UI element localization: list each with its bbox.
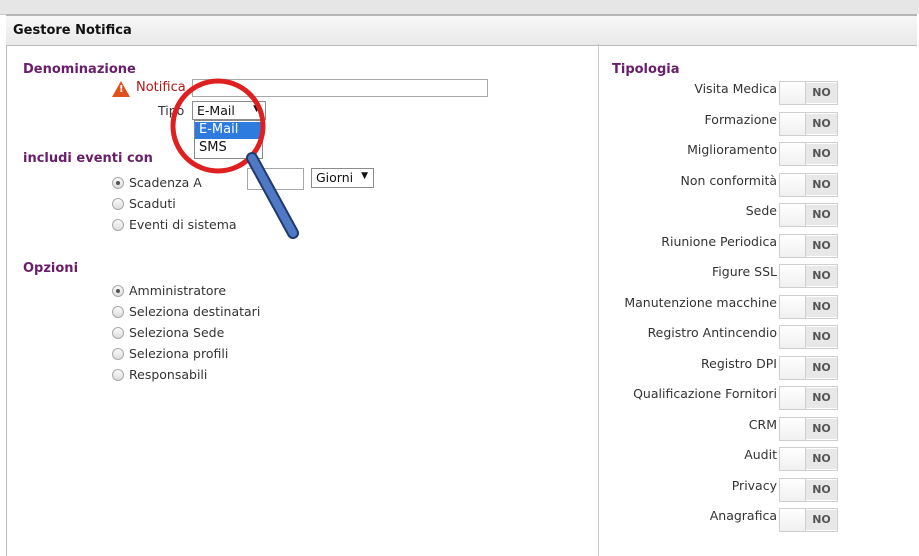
dropdown-arrow-icon: ▼ — [361, 171, 368, 181]
opzioni-title: Opzioni — [23, 261, 79, 276]
toggle-no-label: NO — [806, 510, 837, 530]
toggle-knob — [780, 235, 806, 257]
tipologia-label: Manutenzione macchine — [624, 295, 777, 310]
toggle-knob — [780, 387, 806, 409]
toggle-knob — [780, 357, 806, 379]
radio-responsabili-label: Responsabili — [129, 367, 208, 382]
radio-eventi-sistema[interactable] — [112, 219, 124, 231]
toggle-no-label: NO — [806, 144, 837, 164]
tipo-option-email[interactable]: E-Mail — [195, 122, 262, 139]
denominazione-title: Denominazione — [23, 62, 136, 77]
tipologia-toggle[interactable]: NO — [779, 295, 838, 319]
tipologia-toggle[interactable]: NO — [779, 81, 838, 105]
tipologia-toggle[interactable]: NO — [779, 234, 838, 258]
radio-scaduti[interactable] — [112, 198, 124, 210]
toggle-knob — [780, 113, 806, 135]
toggle-no-label: NO — [806, 266, 837, 286]
dropdown-arrow-icon: ▼ — [253, 104, 260, 114]
tipologia-label: Visita Medica — [694, 81, 777, 96]
radio-responsabili[interactable] — [112, 369, 124, 381]
toggle-no-label: NO — [806, 327, 837, 347]
tipologia-label: Figure SSL — [712, 264, 777, 279]
top-strip — [0, 0, 919, 15]
toggle-knob — [780, 296, 806, 318]
toggle-no-label: NO — [806, 358, 837, 378]
tipo-option-sms[interactable]: SMS — [195, 140, 262, 157]
toggle-knob — [780, 326, 806, 348]
toggle-no-label: NO — [806, 449, 837, 469]
notifica-label: Notifica — [136, 80, 186, 95]
toggle-no-label: NO — [806, 114, 837, 134]
radio-seleziona-destinatari-label: Seleziona destinatari — [129, 304, 261, 319]
toggle-no-label: NO — [806, 83, 837, 103]
tipologia-label: CRM — [748, 417, 777, 432]
column-divider — [598, 44, 599, 556]
unit-select[interactable]: Giorni ▼ — [311, 168, 374, 188]
panel-header: Gestore Notifica — [6, 14, 917, 46]
toggle-knob — [780, 82, 806, 104]
panel-title: Gestore Notifica — [13, 23, 132, 38]
radio-eventi-sistema-label: Eventi di sistema — [129, 217, 237, 232]
toggle-no-label: NO — [806, 388, 837, 408]
tipologia-toggle[interactable]: NO — [779, 417, 838, 441]
toggle-no-label: NO — [806, 205, 837, 225]
tipo-dropdown-list: E-Mail SMS — [194, 120, 263, 159]
radio-scadenza-label: Scadenza A — [129, 175, 202, 190]
tipo-label: Tipo — [158, 103, 185, 118]
radio-seleziona-profili-label: Seleziona profili — [129, 346, 229, 361]
tipologia-toggle[interactable]: NO — [779, 264, 838, 288]
notifica-input[interactable] — [192, 79, 488, 97]
toggle-knob — [780, 509, 806, 531]
radio-amministratore-label: Amministratore — [129, 283, 227, 298]
tipologia-toggle[interactable]: NO — [779, 173, 838, 197]
toggle-no-label: NO — [806, 175, 837, 195]
tipologia-label: Audit — [744, 447, 777, 462]
radio-scadenza[interactable] — [112, 177, 124, 189]
tipologia-toggle[interactable]: NO — [779, 386, 838, 410]
tipologia-toggle[interactable]: NO — [779, 356, 838, 380]
tipologia-label: Registro DPI — [701, 356, 777, 371]
radio-seleziona-sede[interactable] — [112, 327, 124, 339]
toggle-knob — [780, 265, 806, 287]
tipologia-label: Registro Antincendio — [647, 325, 777, 340]
radio-seleziona-destinatari[interactable] — [112, 306, 124, 318]
toggle-knob — [780, 143, 806, 165]
tipologia-toggle[interactable]: NO — [779, 325, 838, 349]
tipologia-toggle[interactable]: NO — [779, 203, 838, 227]
radio-seleziona-profili[interactable] — [112, 348, 124, 360]
toggle-no-label: NO — [806, 419, 837, 439]
radio-scaduti-label: Scaduti — [129, 196, 176, 211]
eventi-title: includi eventi con — [23, 151, 153, 166]
unit-select-value: Giorni — [316, 170, 354, 185]
radio-seleziona-sede-label: Seleziona Sede — [129, 325, 225, 340]
tipologia-label: Privacy — [731, 478, 777, 493]
scadenza-input[interactable] — [247, 168, 304, 190]
radio-amministratore[interactable] — [112, 285, 124, 297]
toggle-knob — [780, 174, 806, 196]
toggle-no-label: NO — [806, 236, 837, 256]
tipologia-toggle[interactable]: NO — [779, 478, 838, 502]
tipo-select[interactable]: E-Mail ▼ — [192, 101, 266, 120]
tipologia-toggle[interactable]: NO — [779, 112, 838, 136]
tipologia-toggle[interactable]: NO — [779, 508, 838, 532]
toggle-no-label: NO — [806, 297, 837, 317]
tipo-select-value: E-Mail — [197, 103, 235, 118]
toggle-knob — [780, 479, 806, 501]
tipologia-label: Miglioramento — [687, 142, 777, 157]
tipologia-label: Riunione Periodica — [661, 234, 777, 249]
toggle-no-label: NO — [806, 480, 837, 500]
tipologia-title: Tipologia — [612, 62, 680, 77]
tipologia-label: Sede — [745, 203, 777, 218]
toggle-knob — [780, 448, 806, 470]
tipologia-label: Qualificazione Fornitori — [633, 386, 777, 401]
toggle-knob — [780, 418, 806, 440]
tipologia-toggle[interactable]: NO — [779, 142, 838, 166]
tipologia-label: Formazione — [704, 112, 777, 127]
warning-mark-icon: ! — [119, 84, 124, 95]
tipologia-toggle[interactable]: NO — [779, 447, 838, 471]
toggle-knob — [780, 204, 806, 226]
tipologia-label: Anagrafica — [709, 508, 777, 523]
tipologia-label: Non conformità — [680, 173, 777, 188]
